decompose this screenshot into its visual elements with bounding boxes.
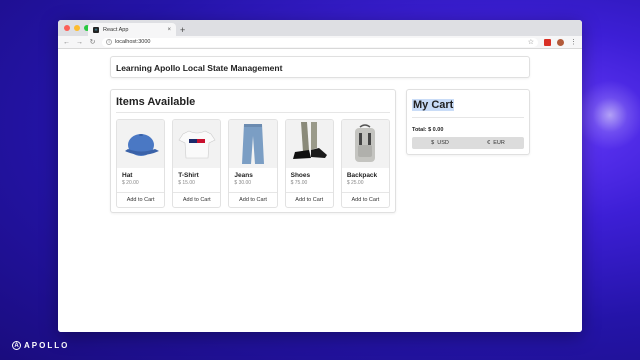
page-content: Learning Apollo Local State Management I… (58, 49, 582, 332)
add-to-cart-button[interactable]: Add to Cart (285, 192, 333, 207)
info-icon[interactable]: i (106, 39, 112, 45)
currency-label: EUR (493, 140, 505, 146)
bookmark-star-icon[interactable]: ☆ (528, 38, 534, 46)
close-tab-icon[interactable]: × (167, 27, 171, 33)
address-bar: ← → ↻ i localhost:3000 ☆ ⋮ (58, 36, 582, 49)
browser-window: ⚛ React App × + ← → ↻ i localhost:3000 ☆… (58, 20, 582, 332)
euro-icon: € (487, 140, 491, 146)
item-name: Jeans (234, 172, 253, 179)
currency-label: USD (437, 140, 449, 146)
items-panel: Items Available Hat $ 20.00 Add to Cart (110, 89, 396, 213)
item-name: Hat (122, 172, 133, 179)
url-field[interactable]: i localhost:3000 ☆ (102, 37, 538, 47)
backpack-image (341, 120, 390, 168)
window-controls (64, 25, 90, 31)
apollo-logo: A APOLLO (12, 341, 69, 350)
tab-bar: ⚛ React App × + (58, 20, 582, 36)
divider (412, 117, 524, 118)
item-card-tshirt: T-Shirt $ 15.00 Add to Cart (172, 119, 222, 208)
background-glow (575, 80, 640, 150)
apollo-logo-text: APOLLO (24, 341, 70, 350)
back-button[interactable]: ← (63, 39, 70, 46)
currency-usd-button[interactable]: $ USD (412, 137, 468, 149)
currency-eur-button[interactable]: € EUR (468, 137, 524, 149)
item-price: $ 30.00 (234, 180, 252, 186)
profile-avatar[interactable] (557, 38, 564, 46)
cart-total: Total: $ 0.00 (412, 127, 444, 133)
close-window-button[interactable] (64, 25, 70, 31)
cart-heading: My Cart (412, 99, 455, 111)
items-heading: Items Available (116, 96, 390, 113)
new-tab-button[interactable]: + (180, 25, 185, 35)
tab-title: React App (103, 26, 129, 33)
extension-icon[interactable] (544, 38, 551, 46)
cart-panel: My Cart Total: $ 0.00 $ USD € EUR (406, 89, 530, 155)
reload-button[interactable]: ↻ (89, 38, 96, 46)
item-price: $ 20.00 (122, 180, 139, 186)
jeans-image (229, 120, 277, 168)
item-name: Shoes (290, 172, 311, 179)
tshirt-image (173, 120, 221, 168)
item-card-shoes: Shoes $ 75.00 Add to Cart (284, 119, 334, 208)
minimize-window-button[interactable] (74, 25, 80, 31)
item-card-hat: Hat $ 20.00 Add to Cart (116, 119, 166, 208)
item-name: Backpack (346, 172, 378, 179)
apollo-mark-icon: A (12, 341, 21, 350)
browser-tab[interactable]: ⚛ React App × (88, 23, 176, 36)
add-to-cart-button[interactable]: Add to Cart (117, 192, 165, 207)
item-name: T-Shirt (178, 172, 199, 179)
app-header: Learning Apollo Local State Management (110, 56, 530, 78)
browser-menu-icon[interactable]: ⋮ (570, 38, 577, 46)
react-favicon-icon: ⚛ (93, 26, 99, 33)
add-to-cart-button[interactable]: Add to Cart (173, 192, 221, 207)
shoes-image (285, 120, 333, 168)
url-text: localhost:3000 (115, 39, 151, 45)
item-card-jeans: Jeans $ 30.00 Add to Cart (228, 119, 278, 208)
add-to-cart-button[interactable]: Add to Cart (229, 192, 277, 207)
item-card-backpack: Backpack $ 25.00 Add to Cart (340, 119, 391, 208)
currency-toggle: $ USD € EUR (412, 137, 524, 149)
item-price: $ 15.00 (178, 180, 195, 186)
item-price: $ 25.00 (346, 180, 364, 186)
item-price: $ 75.00 (290, 180, 308, 186)
page-title: Learning Apollo Local State Management (116, 63, 283, 73)
forward-button[interactable]: → (76, 39, 83, 46)
add-to-cart-button[interactable]: Add to Cart (341, 192, 390, 207)
dollar-icon: $ (431, 140, 435, 146)
hat-image (117, 120, 165, 168)
item-list: Hat $ 20.00 Add to Cart T-Shirt $ 15.00 (116, 119, 391, 208)
